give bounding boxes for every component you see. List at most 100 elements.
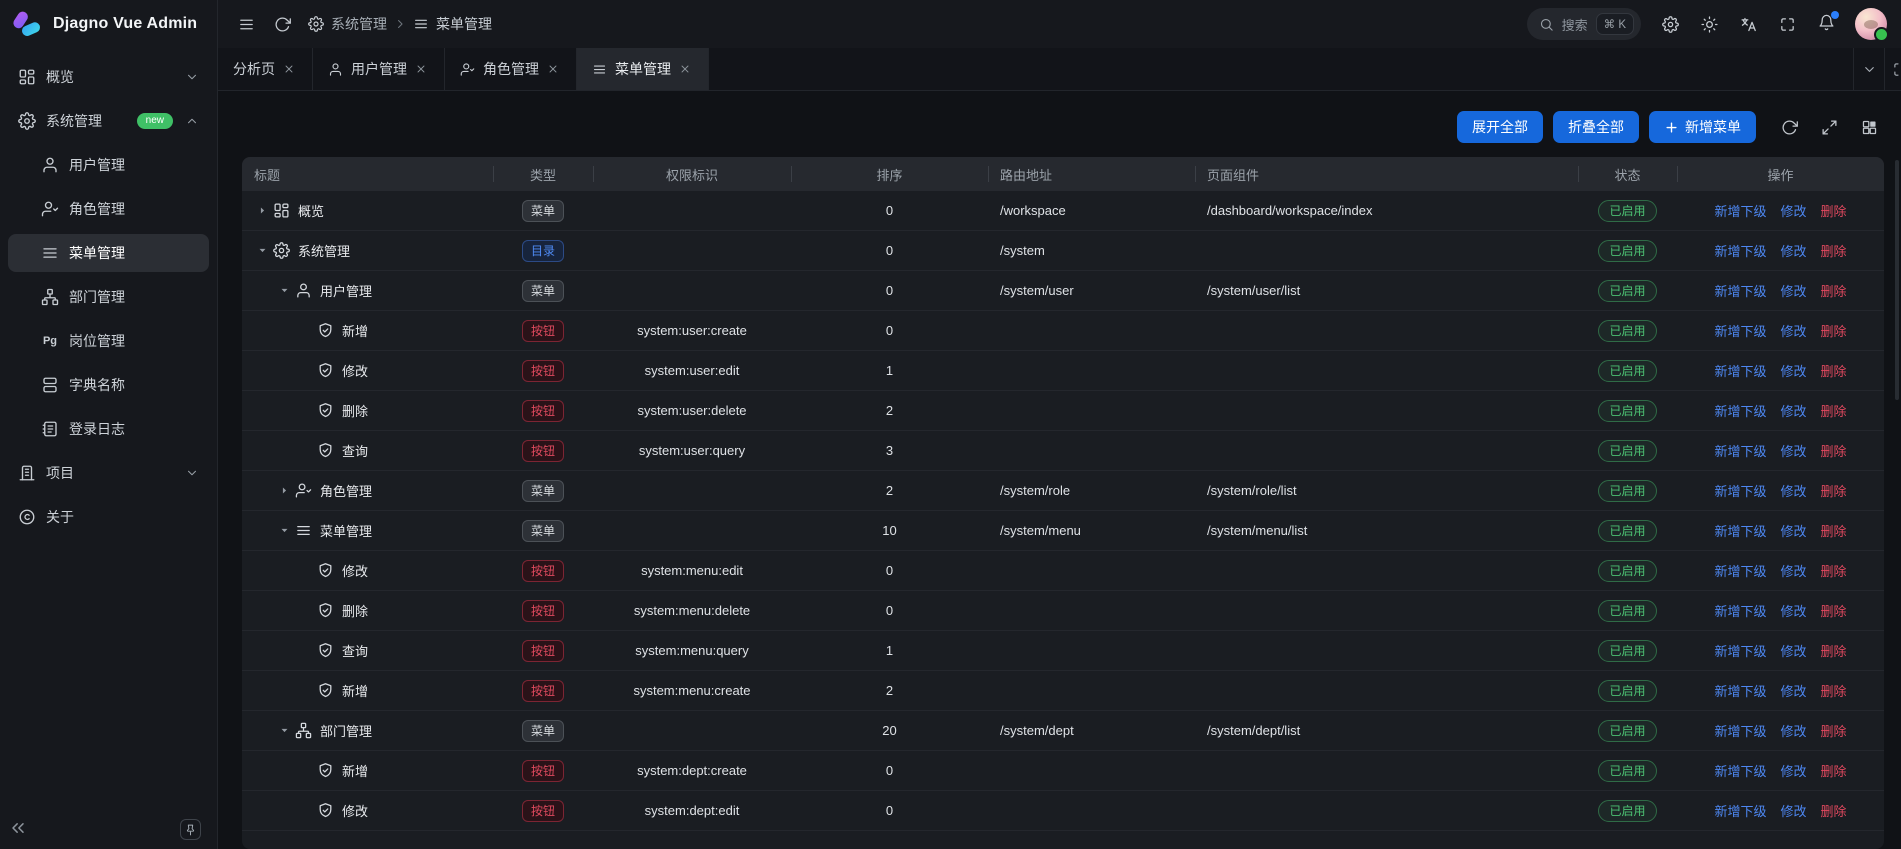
tab-analytics[interactable]: 分析页	[218, 48, 313, 90]
row-expand-caret[interactable]	[276, 723, 292, 739]
sidebar-item-post[interactable]: Pg岗位管理	[8, 322, 209, 360]
cell-sort: 20	[791, 711, 988, 750]
action-add-child[interactable]: 新增下级	[1714, 721, 1766, 740]
sidebar-item-about[interactable]: 关于	[8, 498, 209, 536]
tab-user[interactable]: 用户管理	[313, 48, 445, 90]
action-edit[interactable]: 修改	[1780, 481, 1806, 500]
row-expand-caret[interactable]	[276, 523, 292, 539]
action-edit[interactable]: 修改	[1780, 761, 1806, 780]
action-edit[interactable]: 修改	[1780, 201, 1806, 220]
action-edit[interactable]: 修改	[1780, 521, 1806, 540]
action-delete[interactable]: 删除	[1821, 321, 1847, 340]
row-expand-caret[interactable]	[276, 283, 292, 299]
action-delete[interactable]: 删除	[1821, 721, 1847, 740]
table-fullscreen-icon[interactable]	[1814, 112, 1844, 142]
action-delete[interactable]: 删除	[1821, 201, 1847, 220]
type-badge: 按钮	[522, 600, 564, 622]
action-edit[interactable]: 修改	[1780, 641, 1806, 660]
sidebar-item-menu[interactable]: 菜单管理	[8, 234, 209, 272]
action-add-child[interactable]: 新增下级	[1714, 481, 1766, 500]
tabs-maximize-icon[interactable]	[1884, 48, 1901, 90]
action-add-child[interactable]: 新增下级	[1714, 681, 1766, 700]
expand-all-button[interactable]: 展开全部	[1457, 111, 1543, 143]
action-delete[interactable]: 删除	[1821, 801, 1847, 820]
action-delete[interactable]: 删除	[1821, 281, 1847, 300]
action-add-child[interactable]: 新增下级	[1714, 401, 1766, 420]
close-icon[interactable]	[415, 62, 429, 76]
scrollbar[interactable]	[1895, 160, 1899, 400]
row-expand-caret[interactable]	[254, 243, 270, 259]
close-icon[interactable]	[283, 62, 297, 76]
sidebar-item-overview[interactable]: 概览	[8, 58, 209, 96]
sidebar-item-log[interactable]: 登录日志	[8, 410, 209, 448]
sidebar-item-user[interactable]: 用户管理	[8, 146, 209, 184]
user-avatar[interactable]	[1855, 8, 1887, 40]
tabs-dropdown-chevron-icon[interactable]	[1853, 48, 1884, 90]
dept-icon	[295, 722, 312, 739]
app-logo[interactable]: Djagno Vue Admin	[0, 0, 217, 48]
notifications-bell-icon[interactable]	[1816, 14, 1836, 34]
action-edit[interactable]: 修改	[1780, 241, 1806, 260]
sidebar-item-system[interactable]: 系统管理new	[8, 102, 209, 140]
action-edit[interactable]: 修改	[1780, 441, 1806, 460]
action-add-child[interactable]: 新增下级	[1714, 321, 1766, 340]
language-translate-icon[interactable]	[1738, 14, 1758, 34]
settings-gear-icon[interactable]	[1660, 14, 1680, 34]
pin-button[interactable]	[180, 819, 201, 840]
collapse-all-button[interactable]: 折叠全部	[1553, 111, 1639, 143]
breadcrumb-item-menu[interactable]: 菜单管理	[413, 14, 492, 34]
action-edit[interactable]: 修改	[1780, 801, 1806, 820]
action-add-child[interactable]: 新增下级	[1714, 281, 1766, 300]
action-add-child[interactable]: 新增下级	[1714, 521, 1766, 540]
close-icon[interactable]	[547, 62, 561, 76]
action-add-child[interactable]: 新增下级	[1714, 201, 1766, 220]
sidebar-item-dict[interactable]: 字典名称	[8, 366, 209, 404]
action-add-child[interactable]: 新增下级	[1714, 761, 1766, 780]
action-add-child[interactable]: 新增下级	[1714, 561, 1766, 580]
action-delete[interactable]: 删除	[1821, 761, 1847, 780]
action-add-child[interactable]: 新增下级	[1714, 641, 1766, 660]
action-add-child[interactable]: 新增下级	[1714, 801, 1766, 820]
hamburger-icon[interactable]	[236, 14, 256, 34]
action-delete[interactable]: 删除	[1821, 361, 1847, 380]
action-delete[interactable]: 删除	[1821, 521, 1847, 540]
row-expand-caret[interactable]	[254, 203, 270, 219]
sidebar-item-project[interactable]: 项目	[8, 454, 209, 492]
action-delete[interactable]: 删除	[1821, 641, 1847, 660]
action-delete[interactable]: 删除	[1821, 241, 1847, 260]
table-refresh-icon[interactable]	[1774, 112, 1804, 142]
sidebar-item-dept[interactable]: 部门管理	[8, 278, 209, 316]
action-edit[interactable]: 修改	[1780, 561, 1806, 580]
fullscreen-icon[interactable]	[1777, 14, 1797, 34]
action-delete[interactable]: 删除	[1821, 441, 1847, 460]
row-expand-caret[interactable]	[276, 483, 292, 499]
search-input[interactable]: 搜索 ⌘ K	[1527, 8, 1641, 40]
action-add-child[interactable]: 新增下级	[1714, 241, 1766, 260]
action-delete[interactable]: 删除	[1821, 681, 1847, 700]
action-edit[interactable]: 修改	[1780, 321, 1806, 340]
action-delete[interactable]: 删除	[1821, 601, 1847, 620]
action-add-child[interactable]: 新增下级	[1714, 601, 1766, 620]
tab-menu[interactable]: 菜单管理	[577, 48, 709, 90]
theme-sun-icon[interactable]	[1699, 14, 1719, 34]
action-edit[interactable]: 修改	[1780, 361, 1806, 380]
refresh-icon[interactable]	[272, 14, 292, 34]
action-edit[interactable]: 修改	[1780, 721, 1806, 740]
close-icon[interactable]	[679, 62, 693, 76]
sidebar-collapse-button[interactable]	[8, 818, 30, 840]
breadcrumb-item-system[interactable]: 系统管理	[308, 14, 387, 34]
action-edit[interactable]: 修改	[1780, 281, 1806, 300]
action-delete[interactable]: 删除	[1821, 481, 1847, 500]
add-menu-button[interactable]: 新增菜单	[1649, 111, 1756, 143]
tab-role[interactable]: 角色管理	[445, 48, 577, 90]
action-add-child[interactable]: 新增下级	[1714, 361, 1766, 380]
cell-permission	[593, 271, 791, 310]
action-add-child[interactable]: 新增下级	[1714, 441, 1766, 460]
action-delete[interactable]: 删除	[1821, 561, 1847, 580]
action-edit[interactable]: 修改	[1780, 401, 1806, 420]
action-edit[interactable]: 修改	[1780, 681, 1806, 700]
action-delete[interactable]: 删除	[1821, 401, 1847, 420]
table-columns-settings-icon[interactable]	[1854, 112, 1884, 142]
action-edit[interactable]: 修改	[1780, 601, 1806, 620]
sidebar-item-role[interactable]: 角色管理	[8, 190, 209, 228]
